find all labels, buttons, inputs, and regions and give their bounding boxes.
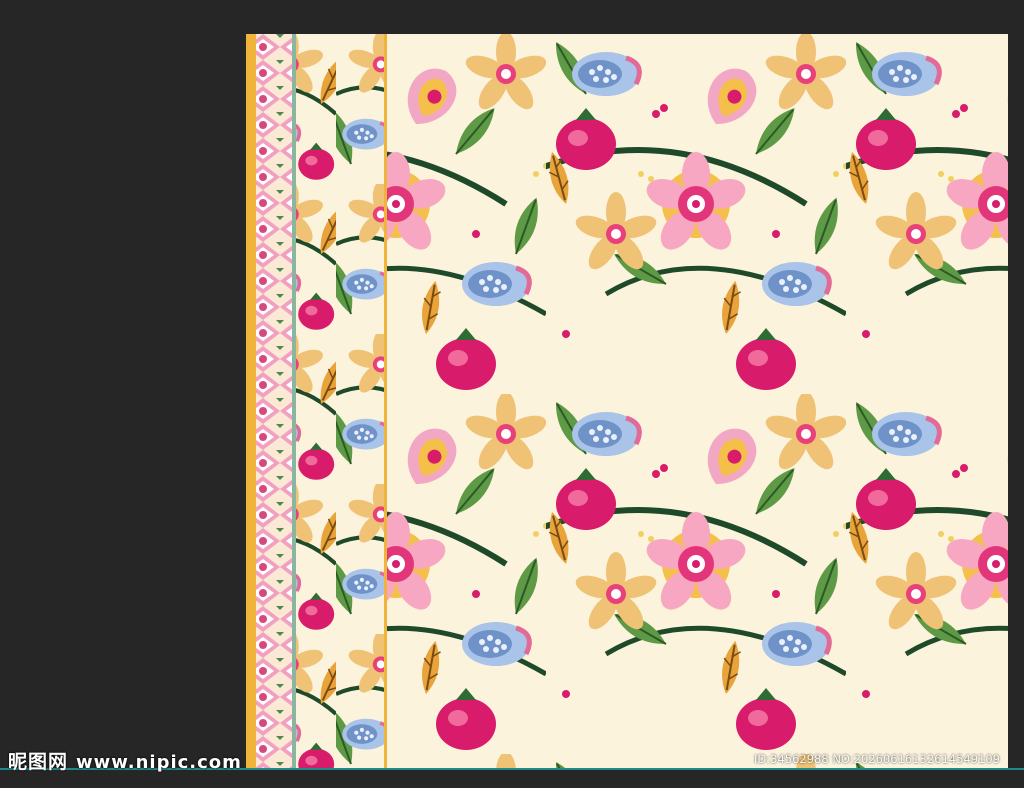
- ornamental-border-band: [256, 34, 292, 770]
- gold-edge-stripe: [246, 34, 256, 770]
- bottom-accent-line: [0, 768, 1024, 770]
- floral-textile-artwork: [246, 34, 1008, 770]
- main-floral-field: [387, 34, 1008, 770]
- editor-canvas: 昵图网 www.nipic.com ID:34562988 NO:20260616…: [0, 0, 1024, 788]
- floral-pattern-svg: [246, 34, 1008, 770]
- gold-divider-line: [384, 34, 387, 770]
- side-floral-band: [296, 34, 384, 770]
